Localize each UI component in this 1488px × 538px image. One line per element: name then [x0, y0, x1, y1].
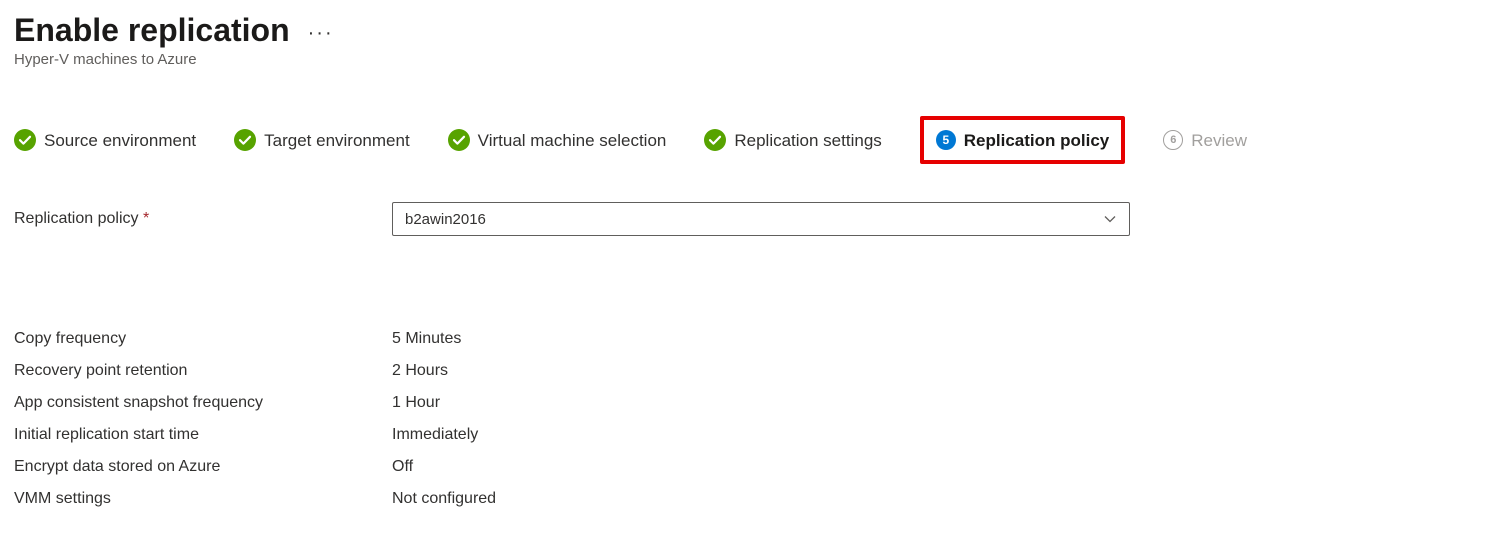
- step-number-badge: 6: [1163, 130, 1183, 150]
- app-consistent-snapshot-value: 1 Hour: [392, 394, 440, 412]
- check-icon: [234, 129, 256, 151]
- check-icon: [704, 129, 726, 151]
- step-source-environment[interactable]: Source environment: [14, 129, 196, 151]
- step-vm-selection[interactable]: Virtual machine selection: [448, 129, 667, 151]
- step-label: Virtual machine selection: [478, 132, 667, 149]
- dropdown-value: b2awin2016: [405, 211, 486, 228]
- wizard-steps: Source environment Target environment Vi…: [14, 116, 1474, 164]
- vmm-settings-label: VMM settings: [14, 490, 392, 508]
- step-label: Source environment: [44, 132, 196, 149]
- recovery-point-retention-label: Recovery point retention: [14, 362, 392, 380]
- step-number-badge: 5: [936, 130, 956, 150]
- recovery-point-retention-value: 2 Hours: [392, 362, 448, 380]
- required-indicator: *: [143, 210, 149, 227]
- vmm-settings-value: Not configured: [392, 490, 496, 508]
- step-review[interactable]: 6 Review: [1163, 130, 1247, 150]
- check-icon: [448, 129, 470, 151]
- step-label: Target environment: [264, 132, 410, 149]
- step-target-environment[interactable]: Target environment: [234, 129, 410, 151]
- step-replication-policy[interactable]: 5 Replication policy: [920, 116, 1125, 164]
- copy-frequency-value: 5 Minutes: [392, 330, 461, 348]
- page-title: Enable replication: [14, 12, 290, 49]
- copy-frequency-label: Copy frequency: [14, 330, 392, 348]
- step-label: Replication settings: [734, 132, 881, 149]
- replication-policy-dropdown[interactable]: b2awin2016: [392, 202, 1130, 236]
- more-icon[interactable]: ···: [308, 19, 334, 43]
- step-label: Replication policy: [964, 132, 1109, 149]
- chevron-down-icon: [1103, 212, 1117, 226]
- encrypt-data-label: Encrypt data stored on Azure: [14, 458, 392, 476]
- app-consistent-snapshot-label: App consistent snapshot frequency: [14, 394, 392, 412]
- page-subtitle: Hyper-V machines to Azure: [14, 51, 1474, 68]
- encrypt-data-value: Off: [392, 458, 413, 476]
- initial-replication-start-value: Immediately: [392, 426, 478, 444]
- initial-replication-start-label: Initial replication start time: [14, 426, 392, 444]
- step-replication-settings[interactable]: Replication settings: [704, 129, 881, 151]
- step-label: Review: [1191, 132, 1247, 149]
- check-icon: [14, 129, 36, 151]
- replication-policy-label: Replication policy *: [14, 210, 392, 228]
